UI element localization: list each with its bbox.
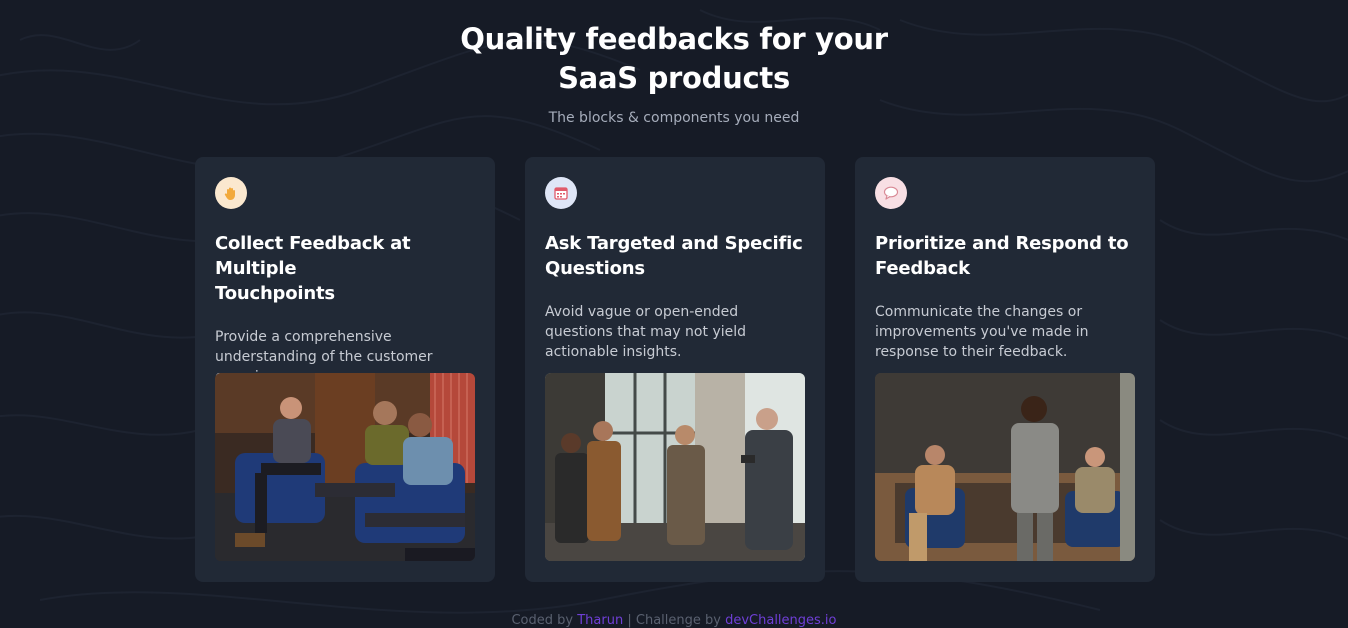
card-description: Communicate the changes or improvements … (875, 302, 1135, 362)
card-title-line-1: Collect Feedback at Multiple (215, 233, 411, 279)
card-title: Collect Feedback at Multiple Touchpoints (215, 231, 475, 306)
author-link[interactable]: Tharun (577, 613, 623, 628)
card-desc-line-2: questions that may not yield (545, 324, 747, 340)
page-subtitle: The blocks & components you need (548, 110, 800, 126)
footer-coded-by: Coded by (511, 613, 574, 628)
feature-cards: Collect Feedback at Multiple Touchpoints… (195, 157, 1155, 582)
card-title: Prioritize and Respond to Feedback (875, 231, 1135, 281)
card-photo-conference-panel (215, 373, 475, 561)
card-title-line-2: Feedback (875, 258, 970, 279)
title-line-2: SaaS products (558, 61, 790, 95)
card-desc-line-1: Avoid vague or open-ended (545, 304, 739, 320)
feature-card-targeted-questions: Ask Targeted and Specific Questions Avoi… (525, 157, 825, 582)
card-title: Ask Targeted and Specific Questions (545, 231, 805, 281)
card-title-line-1: Ask Targeted and Specific (545, 233, 803, 254)
card-title-line-2: Touchpoints (215, 283, 335, 304)
card-desc-line-1: Provide a comprehensive (215, 329, 392, 345)
footer-separator: | Challenge by (627, 613, 721, 628)
card-desc-line-2: improvements you've made in (875, 324, 1089, 340)
card-desc-line-3: response to their feedback. (875, 344, 1068, 360)
raised-hand-icon (215, 177, 247, 209)
card-description: Avoid vague or open-ended questions that… (545, 302, 805, 362)
feature-card-collect-feedback: Collect Feedback at Multiple Touchpoints… (195, 157, 495, 582)
hero-section: Quality feedbacks for your SaaS products… (0, 0, 1348, 126)
card-desc-line-1: Communicate the changes or (875, 304, 1083, 320)
card-title-line-1: Prioritize and Respond to (875, 233, 1129, 254)
card-title-line-2: Questions (545, 258, 645, 279)
speech-bubble-icon (875, 177, 907, 209)
card-desc-line-3: actionable insights. (545, 344, 682, 360)
devchallenges-link[interactable]: devChallenges.io (725, 613, 836, 628)
card-photo-speaker-stage (875, 373, 1135, 561)
calendar-icon (545, 177, 577, 209)
card-photo-group-discussion (545, 373, 805, 561)
card-desc-line-2: understanding of the customer (215, 349, 433, 365)
feature-card-prioritize-respond: Prioritize and Respond to Feedback Commu… (855, 157, 1155, 582)
footer-credits: Coded by Tharun | Challenge by devChalle… (0, 613, 1348, 628)
page-title: Quality feedbacks for your SaaS products (0, 20, 1348, 98)
title-line-1: Quality feedbacks for your (460, 22, 888, 56)
